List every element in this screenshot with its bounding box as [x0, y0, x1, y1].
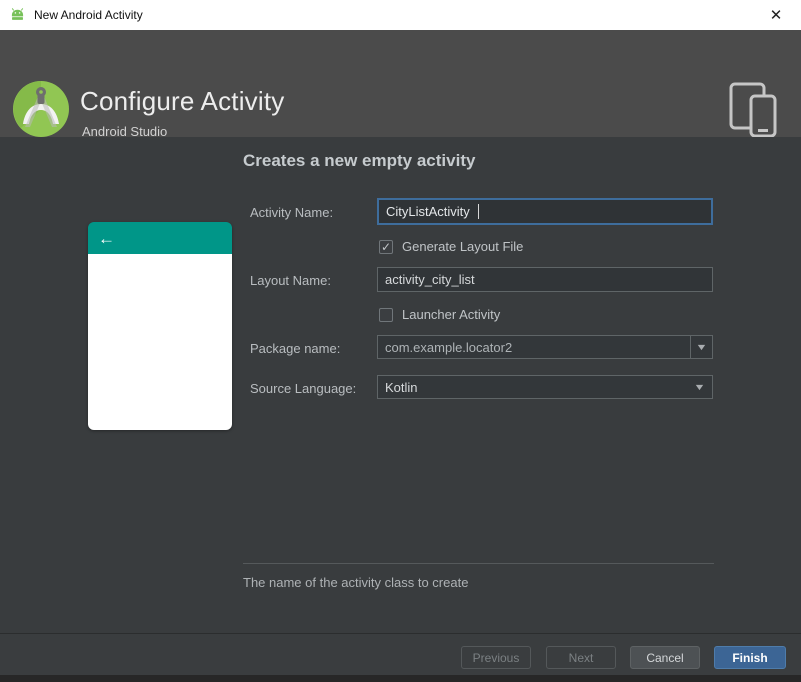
phone-tablet-icon — [729, 82, 777, 138]
generate-layout-row: ✓ Generate Layout File — [379, 239, 523, 254]
activity-preview: ← — [88, 222, 232, 430]
back-arrow-icon: ← — [98, 228, 115, 248]
launcher-activity-checkbox[interactable] — [379, 307, 393, 322]
helper-divider — [243, 563, 714, 564]
source-language-arrow[interactable]: ▼ — [686, 376, 712, 398]
generate-layout-label: Generate Layout File — [402, 239, 524, 254]
wizard-footer: Previous Next Cancel Finish — [0, 633, 801, 675]
activity-name-input[interactable] — [377, 198, 713, 225]
wizard-header: Configure Activity Android Studio — [0, 30, 801, 139]
text-caret — [478, 204, 479, 219]
source-language-dropdown[interactable]: Kotlin ▼ — [377, 375, 713, 399]
package-name-value: com.example.locator2 — [385, 339, 513, 355]
layout-name-input[interactable] — [377, 267, 713, 292]
source-language-value: Kotlin — [385, 379, 418, 395]
android-robot-icon — [11, 8, 24, 20]
source-language-label: Source Language: — [250, 381, 357, 396]
activity-name-label: Activity Name: — [250, 205, 334, 220]
new-android-activity-dialog: New Android Activity ✕ Configure Activit… — [0, 0, 801, 682]
wizard-title: Configure Activity — [80, 86, 285, 116]
package-name-combobox[interactable]: com.example.locator2 ▼ — [377, 335, 713, 359]
chevron-down-icon: ▼ — [695, 342, 708, 352]
next-button[interactable]: Next — [546, 646, 616, 669]
title-bar: New Android Activity ✕ — [0, 0, 801, 30]
preview-body — [88, 254, 232, 430]
launcher-activity-label: Launcher Activity — [402, 307, 501, 322]
previous-button[interactable]: Previous — [461, 646, 531, 669]
helper-text: The name of the activity class to create — [243, 575, 469, 590]
chevron-down-icon: ▼ — [692, 382, 706, 392]
package-name-dropdown-button[interactable]: ▼ — [690, 336, 712, 358]
window-title: New Android Activity — [34, 8, 143, 22]
step-heading: Creates a new empty activity — [243, 151, 476, 170]
wizard-content: Creates a new empty activity ← Activity … — [0, 137, 801, 633]
package-name-label: Package name: — [250, 341, 341, 356]
launcher-activity-row: Launcher Activity — [379, 307, 500, 322]
finish-button[interactable]: Finish — [714, 646, 786, 669]
generate-layout-checkbox[interactable]: ✓ — [379, 239, 393, 254]
checkmark-icon: ✓ — [380, 239, 392, 254]
cancel-button[interactable]: Cancel — [630, 646, 700, 669]
android-studio-logo — [13, 81, 69, 137]
layout-name-label: Layout Name: — [250, 273, 331, 288]
window-bottom-edge — [0, 675, 801, 682]
close-icon[interactable]: ✕ — [765, 4, 787, 26]
preview-app-bar: ← — [88, 222, 232, 254]
